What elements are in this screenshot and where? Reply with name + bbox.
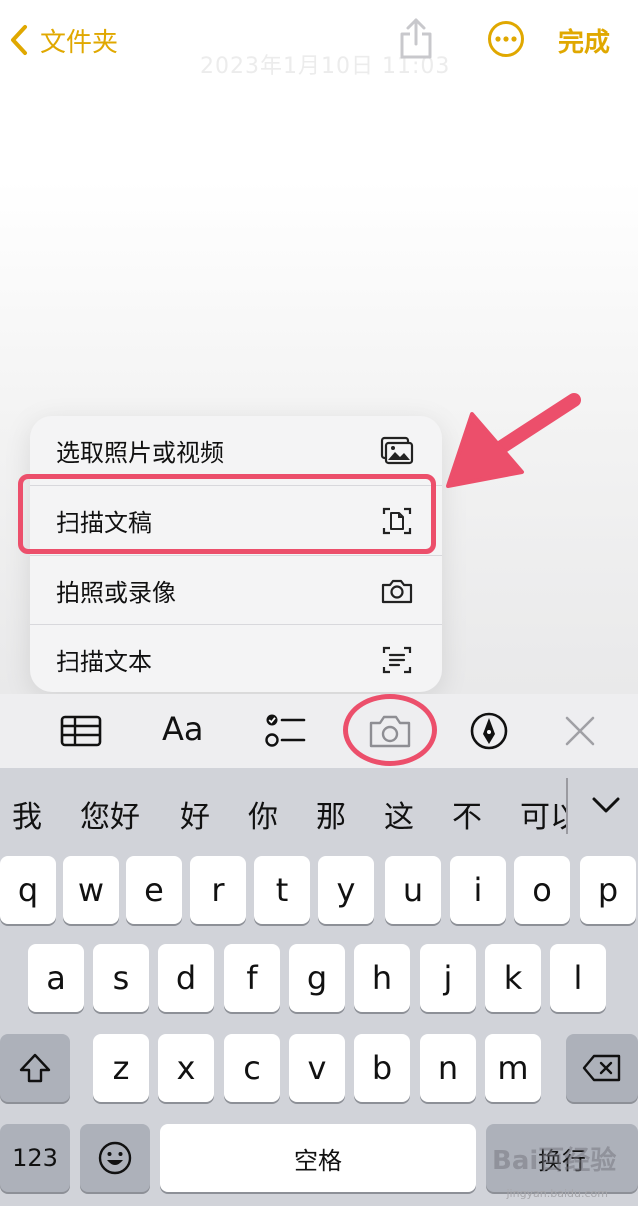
key-n[interactable]: n [420,1034,476,1102]
navigation-bar: 文件夹 2023年1月10日 11:03 完成 [0,0,638,80]
key-m[interactable]: m [485,1034,541,1102]
key-c[interactable]: c [224,1034,280,1102]
menu-item-label: 拍照或录像 [56,579,176,607]
delete-key[interactable] [566,1034,638,1102]
share-button[interactable] [396,16,436,60]
back-button[interactable]: 文件夹 [8,20,118,60]
shift-icon [19,1053,51,1083]
key-z[interactable]: z [93,1034,149,1102]
key-v[interactable]: v [289,1034,345,1102]
table-button[interactable] [58,708,104,754]
candidate-word[interactable]: 您好 [80,792,140,836]
candidate-word[interactable]: 这 [384,792,414,836]
scan-document-highlight [18,474,436,554]
close-icon [565,716,595,746]
key-x[interactable]: x [158,1034,214,1102]
candidate-word[interactable]: 你 [248,792,278,836]
camera-icon [381,579,413,604]
markup-button[interactable] [466,708,512,754]
key-h[interactable]: h [354,944,410,1012]
attachment-menu: 选取照片或视频 扫描文稿 拍照或录像 扫描文本 [30,416,442,692]
key-r[interactable]: r [190,856,246,924]
photo-library-icon [380,436,414,465]
watermark-brand: Bai百经验 [492,1146,617,1176]
emoji-key[interactable] [80,1124,150,1192]
key-o[interactable]: o [514,856,570,924]
candidate-word[interactable]: 我 [12,792,42,836]
key-b[interactable]: b [354,1034,410,1102]
emoji-icon [98,1141,132,1175]
checklist-button[interactable] [262,708,308,754]
candidate-bar: 我 您好 好 你 那 这 不 可以 [0,768,568,848]
watermark-url: jingyan.baidu.com [506,1187,608,1200]
key-f[interactable]: f [224,944,280,1012]
shift-key[interactable] [0,1034,70,1102]
key-y[interactable]: y [318,856,374,924]
pointer-arrow-icon [446,393,581,488]
table-icon [60,715,102,747]
more-button[interactable] [487,20,525,58]
ellipsis-circle-icon [488,21,524,57]
menu-item-label: 扫描文本 [56,648,152,676]
key-q[interactable]: q [0,856,56,924]
key-t[interactable]: t [254,856,310,924]
space-key[interactable]: 空格 [160,1124,476,1192]
done-button[interactable]: 完成 [558,22,610,59]
markup-icon [470,712,508,750]
candidate-word[interactable]: 好 [180,792,210,836]
chevron-down-icon[interactable] [590,790,622,820]
candidate-word[interactable]: 那 [316,792,346,836]
candidate-word[interactable]: 可以 [520,792,568,836]
scan-text-icon [382,646,412,674]
menu-item-take-photo[interactable]: 拍照或录像 [30,556,442,625]
backspace-icon [582,1054,621,1082]
key-w[interactable]: w [63,856,119,924]
menu-item-label: 选取照片或视频 [56,439,224,467]
key-g[interactable]: g [289,944,345,1012]
back-label: 文件夹 [40,27,119,58]
candidate-divider [566,778,568,834]
key-p[interactable]: p [580,856,636,924]
key-a[interactable]: a [28,944,84,1012]
checklist-icon [265,714,306,747]
key-j[interactable]: j [420,944,476,1012]
formatting-toolbar [0,694,638,768]
chevron-left-icon [11,25,27,55]
close-toolbar-button[interactable] [557,708,603,754]
key-k[interactable]: k [485,944,541,1012]
key-i[interactable]: i [450,856,506,924]
candidate-word[interactable]: 不 [452,792,482,836]
format-button[interactable]: Aa [162,710,204,748]
menu-item-scan-text[interactable]: 扫描文本 [30,625,442,692]
numbers-key[interactable]: 123 [0,1124,70,1192]
share-icon [400,18,432,59]
key-e[interactable]: e [126,856,182,924]
key-l[interactable]: l [550,944,606,1012]
key-d[interactable]: d [158,944,214,1012]
camera-highlight-ring [343,694,437,766]
key-s[interactable]: s [93,944,149,1012]
key-u[interactable]: u [385,856,441,924]
